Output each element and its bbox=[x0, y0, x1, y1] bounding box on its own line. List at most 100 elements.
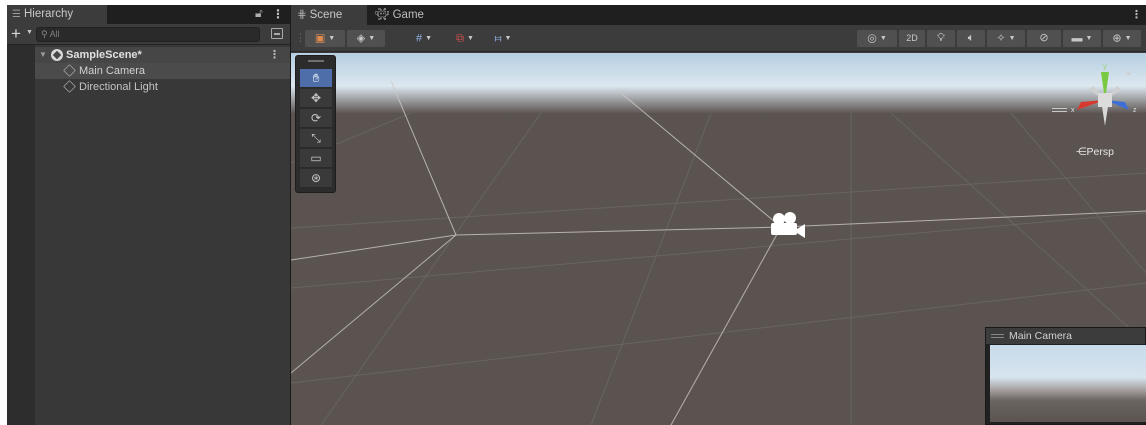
gizmos-globe-icon: ⊕ bbox=[1112, 32, 1122, 45]
increment-snap-dropdown[interactable]: ⧦ ▼ bbox=[483, 30, 523, 47]
tree-item-directional-light[interactable]: Directional Light bbox=[35, 79, 290, 95]
hidden-objects-icon: ⊘ bbox=[1039, 32, 1049, 44]
hierarchy-list-icon: ☰ bbox=[12, 9, 21, 20]
move-tool-button[interactable]: ✥ bbox=[300, 89, 332, 108]
hierarchy-tab-bar: ☰ Hierarchy 🔓︎ ⋮ bbox=[7, 5, 290, 24]
window-left-edge bbox=[0, 0, 7, 425]
tree-item-label: Directional Light bbox=[79, 81, 158, 93]
rotate-icon: ⟳ bbox=[310, 111, 322, 125]
add-object-button[interactable]: + bbox=[11, 24, 21, 43]
sky bbox=[291, 53, 1146, 113]
orbit-icon: ◎ bbox=[867, 32, 877, 45]
x-axis-label: x bbox=[1071, 107, 1075, 114]
tab-game[interactable]: 👾︎ Game bbox=[369, 5, 439, 25]
scene-toolbar: ⋮ ▣▼ ◈▼ #▼ ⧉▼ ⧦▼ ◎▼ 2D 💡︎ 🔈︎ ✧▼ ⊘ bbox=[291, 25, 1146, 52]
chevron-down-icon: ▼ bbox=[328, 35, 336, 42]
search-placeholder: All bbox=[49, 29, 60, 39]
move-arrows-icon: ✥ bbox=[310, 91, 322, 105]
render-mode-dropdown[interactable]: ◈ ▼ bbox=[347, 30, 385, 47]
tools-overlay: ✋︎ ✥ ⟳ ⤡ ▭ ⊛ bbox=[295, 55, 336, 193]
audio-toggle[interactable]: 🔈︎ bbox=[957, 30, 985, 47]
lighting-toggle[interactable]: 💡︎ bbox=[927, 30, 955, 47]
light-bulb-icon: 💡︎ bbox=[937, 32, 945, 44]
hand-tool-button[interactable]: ✋︎ bbox=[300, 69, 332, 88]
effects-icon: ✧ bbox=[996, 32, 1006, 45]
mode-2d-button[interactable]: 2D bbox=[899, 30, 925, 47]
lock-icon[interactable]: 🔓︎ bbox=[255, 6, 263, 21]
perspective-icon: ⋲ bbox=[1076, 146, 1087, 158]
transform-icon: ⊛ bbox=[310, 171, 322, 185]
snap-increment-icon: ⧉ bbox=[456, 32, 464, 45]
grid-snap-dropdown[interactable]: # ▼ bbox=[403, 30, 445, 47]
projection-toggle[interactable]: ⋲Persp bbox=[1076, 146, 1114, 158]
scene-visibility-icon[interactable] bbox=[271, 28, 283, 39]
gizmo-center-cube[interactable] bbox=[1098, 93, 1112, 107]
chevron-down-icon: ▼ bbox=[1085, 35, 1093, 42]
rotate-tool-button[interactable]: ⟳ bbox=[300, 109, 332, 128]
increment-snap-icon: ⧦ bbox=[494, 32, 502, 45]
projection-label: Persp bbox=[1086, 146, 1114, 158]
hierarchy-toolbar: + ▼ ⚲ All bbox=[7, 24, 290, 45]
chevron-down-icon: ▼ bbox=[425, 35, 433, 42]
camera-preview-title: Main Camera bbox=[1009, 330, 1073, 342]
gameobject-cube-icon bbox=[63, 64, 76, 77]
gizmo-orbit-dropdown[interactable]: ◎ ▼ bbox=[857, 30, 897, 47]
hierarchy-panel: ☰ Hierarchy 🔓︎ ⋮ + ▼ ⚲ All ▼ SampleScene* … bbox=[7, 5, 290, 425]
overlay-grip[interactable] bbox=[308, 60, 324, 62]
gizmos-dropdown[interactable]: ⊕ ▼ bbox=[1103, 30, 1141, 47]
tree-item-main-camera[interactable]: Main Camera bbox=[35, 63, 290, 79]
tab-hierarchy[interactable]: ☰ Hierarchy bbox=[7, 5, 107, 24]
chevron-down-icon: ▼ bbox=[1124, 35, 1132, 42]
panel-menu-icon[interactable]: ⋮ bbox=[1131, 8, 1142, 21]
foldout-arrow-icon[interactable]: ▼ bbox=[39, 47, 47, 63]
scale-tool-button[interactable]: ⤡ bbox=[300, 129, 332, 148]
camera-preview-image bbox=[990, 345, 1146, 422]
chevron-down-icon: ▼ bbox=[504, 35, 512, 42]
unity-scene-icon bbox=[51, 49, 63, 61]
camera-settings-dropdown[interactable]: ▬ ▼ bbox=[1063, 30, 1101, 47]
hand-icon: ✋︎ bbox=[312, 71, 320, 85]
grid-snap-icon: # bbox=[415, 32, 423, 45]
axis-gizmo-icon: y x z bbox=[1071, 62, 1137, 126]
tab-scene[interactable]: ⋕ Scene bbox=[291, 5, 367, 25]
tree-item-label: Main Camera bbox=[79, 65, 146, 77]
effects-dropdown[interactable]: ✧ ▼ bbox=[987, 30, 1025, 47]
visibility-toggle[interactable]: ⊘ bbox=[1027, 30, 1061, 47]
camera-gizmo-icon[interactable] bbox=[771, 212, 805, 238]
scene-tab-bar: ⋕ Scene 👾︎ Game ⋮ bbox=[291, 5, 1146, 25]
snap-increment-dropdown[interactable]: ⧉ ▼ bbox=[447, 30, 483, 47]
scene-row[interactable]: ▼ SampleScene* ⋮ bbox=[35, 47, 290, 63]
scene-name: SampleScene* bbox=[66, 49, 142, 61]
overlay-grip-icon bbox=[991, 334, 1004, 339]
camera-settings-icon: ▬ bbox=[1071, 32, 1083, 45]
draw-mode-dropdown[interactable]: ▣ ▼ bbox=[305, 30, 345, 47]
tab-game-label: Game bbox=[392, 9, 424, 21]
grid-icon: ⋕ bbox=[297, 9, 307, 21]
scene-menu-icon[interactable]: ⋮ bbox=[269, 47, 280, 63]
tab-scene-label: Scene bbox=[309, 9, 343, 21]
gamepad-icon: 👾︎ bbox=[375, 9, 390, 21]
search-icon: ⚲ bbox=[41, 29, 48, 39]
scene-panel: ⋕ Scene 👾︎ Game ⋮ ⋮ ▣ ▼ ◈ ▼ # ▼ ⧉ ▼ ⧦ ▼ ◎ ▼ 2D 💡… bbox=[291, 5, 1146, 425]
chevron-down-icon: ▼ bbox=[1008, 35, 1016, 42]
panel-menu-icon[interactable]: ⋮ bbox=[272, 7, 284, 21]
draw-mode-icon: ▣ bbox=[314, 32, 326, 45]
chevron-down-icon: ▼ bbox=[879, 35, 887, 42]
hierarchy-tab-label: Hierarchy bbox=[23, 8, 74, 20]
toolbar-grip: ⋮ bbox=[295, 32, 306, 44]
chevron-down-icon: ▼ bbox=[466, 35, 474, 42]
camera-preview-header[interactable]: Main Camera bbox=[986, 328, 1145, 344]
hierarchy-tree: ▼ SampleScene* ⋮ Main Camera Directional… bbox=[7, 45, 290, 425]
rect-icon: ▭ bbox=[310, 151, 322, 165]
chevron-down-icon: ▼ bbox=[368, 35, 376, 42]
gizmo-lock-icon[interactable]: 🔒︎ bbox=[1126, 67, 1131, 78]
transform-tool-button[interactable]: ⊛ bbox=[300, 169, 332, 188]
y-axis-label: y bbox=[1103, 62, 1107, 71]
hierarchy-search-input[interactable]: ⚲ All bbox=[36, 27, 260, 42]
gameobject-cube-icon bbox=[63, 80, 76, 93]
z-axis-label: z bbox=[1133, 107, 1137, 114]
rect-tool-button[interactable]: ▭ bbox=[300, 149, 332, 168]
sphere-icon: ◈ bbox=[356, 32, 366, 45]
chevron-down-icon[interactable]: ▼ bbox=[26, 29, 33, 36]
camera-preview-overlay: Main Camera bbox=[985, 327, 1146, 425]
